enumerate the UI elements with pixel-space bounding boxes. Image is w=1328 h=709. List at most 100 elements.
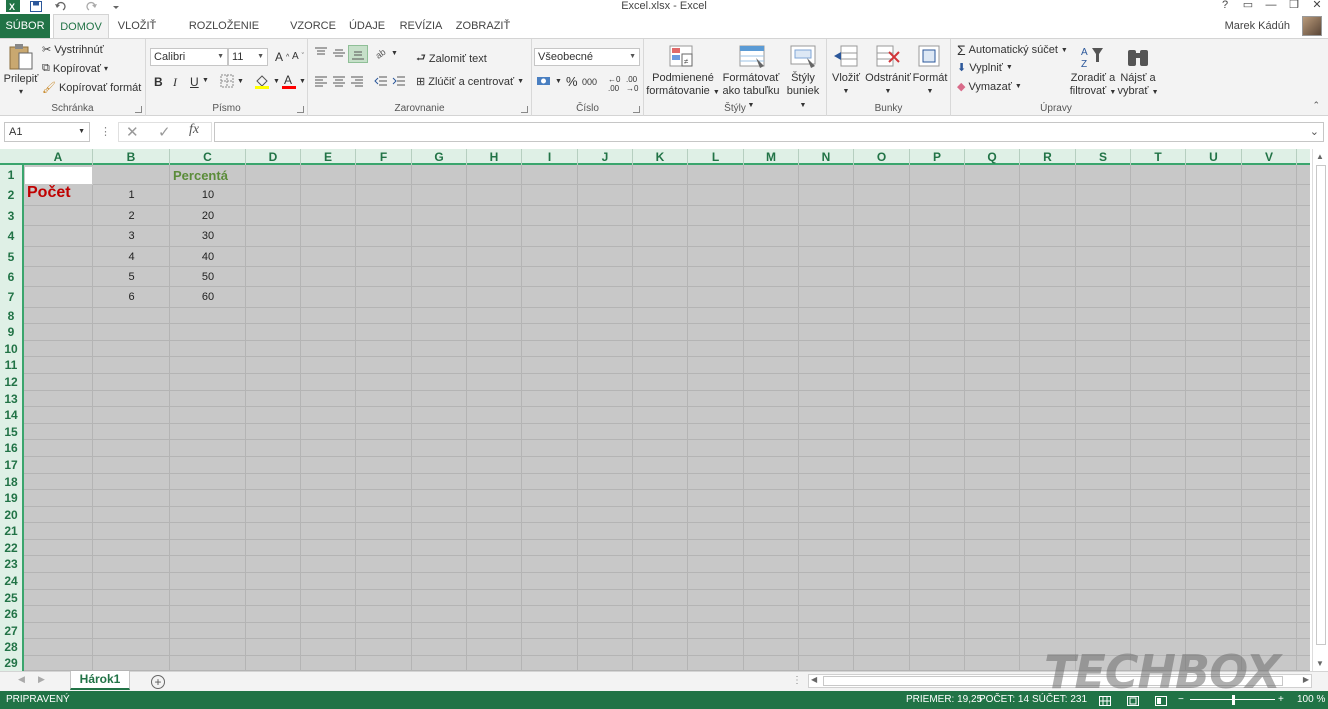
cell-a2[interactable]: Počet xyxy=(24,185,93,206)
insert-cells-icon[interactable] xyxy=(833,44,859,73)
clipboard-launcher[interactable] xyxy=(135,106,142,113)
cell-styles-icon[interactable] xyxy=(789,44,817,73)
row-header-4[interactable]: 4 xyxy=(0,226,22,247)
accounting-format-icon[interactable]: ▼ xyxy=(536,75,562,87)
page-layout-view-icon[interactable] xyxy=(1127,695,1139,709)
cell-c2[interactable]: 10 xyxy=(170,185,246,206)
column-header-f[interactable]: F xyxy=(356,149,412,165)
scroll-down-icon[interactable]: ▼ xyxy=(1316,659,1324,668)
tab-insert[interactable]: VLOŽIŤ xyxy=(113,14,161,38)
row-header-10[interactable]: 10 xyxy=(0,341,22,357)
user-name[interactable]: Marek Kádúh xyxy=(1225,14,1290,38)
column-header-l[interactable]: L xyxy=(688,149,744,165)
collapse-ribbon-icon[interactable]: ⌃ xyxy=(1312,100,1320,111)
bold-button[interactable]: B xyxy=(154,75,163,89)
delete-cells-icon[interactable] xyxy=(875,44,901,73)
increase-decimal-icon[interactable]: ←0.00 xyxy=(608,75,620,93)
column-header-c[interactable]: C xyxy=(170,149,246,165)
column-header-m[interactable]: M xyxy=(744,149,799,165)
paste-icon[interactable] xyxy=(8,43,34,74)
align-right-icon[interactable] xyxy=(350,75,364,87)
column-header-s[interactable]: S xyxy=(1076,149,1131,165)
column-header-a[interactable]: A xyxy=(24,149,93,165)
font-name-select[interactable]: Calibri ▼ xyxy=(150,48,228,66)
row-header-21[interactable]: 21 xyxy=(0,523,22,540)
column-header-k[interactable]: K xyxy=(633,149,688,165)
conditional-formatting-button[interactable]: Podmienené formátovanie ▼ xyxy=(646,72,720,99)
row-header-18[interactable]: 18 xyxy=(0,474,22,490)
underline-button[interactable]: U xyxy=(190,75,199,89)
column-header-n[interactable]: N xyxy=(799,149,854,165)
zoom-in-icon[interactable]: + xyxy=(1278,691,1284,709)
align-middle-icon[interactable] xyxy=(332,47,346,59)
font-size-select[interactable]: 11 ▼ xyxy=(228,48,268,66)
percent-button[interactable]: % xyxy=(566,74,578,89)
format-cells-button[interactable]: Formát ▼ xyxy=(911,72,949,98)
column-header-p[interactable]: P xyxy=(910,149,965,165)
expand-formula-icon[interactable]: ⌄ xyxy=(1310,125,1319,138)
column-header-h[interactable]: H xyxy=(467,149,522,165)
column-header-v[interactable]: V xyxy=(1242,149,1297,165)
status-count[interactable]: POČET: 14 xyxy=(979,691,1029,709)
zoom-level[interactable]: 100 % xyxy=(1297,691,1325,709)
cell-b5[interactable]: 4 xyxy=(93,247,170,267)
row-header-24[interactable]: 24 xyxy=(0,573,22,590)
cut-button[interactable]: ✂ Vystrihnúť xyxy=(42,43,104,57)
row-header-17[interactable]: 17 xyxy=(0,457,22,474)
row-header-27[interactable]: 27 xyxy=(0,623,22,639)
column-header-r[interactable]: R xyxy=(1020,149,1076,165)
format-as-table-icon[interactable] xyxy=(738,44,766,73)
increase-font-icon[interactable]: A ^ xyxy=(275,50,289,64)
next-sheet-icon[interactable]: ▶ xyxy=(38,674,45,685)
cell-c1[interactable]: Percentá xyxy=(170,165,246,185)
row-header-16[interactable]: 16 xyxy=(0,440,22,457)
scroll-up-icon[interactable]: ▲ xyxy=(1316,152,1324,161)
align-top-icon[interactable] xyxy=(314,47,328,59)
row-header-7[interactable]: 7 xyxy=(0,287,22,308)
decrease-indent-icon[interactable] xyxy=(374,75,388,87)
avatar[interactable] xyxy=(1302,16,1322,36)
find-select-button[interactable]: Nájsť a vybrať ▼ xyxy=(1117,72,1159,99)
align-bottom-icon[interactable] xyxy=(348,45,368,63)
row-header-5[interactable]: 5 xyxy=(0,247,22,267)
row-header-19[interactable]: 19 xyxy=(0,490,22,507)
row-header-25[interactable]: 25 xyxy=(0,590,22,606)
scroll-right-icon[interactable]: ▶ xyxy=(1303,675,1309,684)
format-painter-button[interactable]: 🖌 Kopírovať formát xyxy=(42,81,141,95)
page-break-view-icon[interactable] xyxy=(1155,695,1167,709)
column-header-j[interactable]: J xyxy=(578,149,633,165)
zoom-out-icon[interactable]: − xyxy=(1178,691,1184,709)
row-header-28[interactable]: 28 xyxy=(0,639,22,656)
column-header-e[interactable]: E xyxy=(301,149,356,165)
row-header-22[interactable]: 22 xyxy=(0,540,22,556)
normal-view-icon[interactable] xyxy=(1099,695,1111,709)
tab-page-layout[interactable]: ROZLOŽENIE STRANY xyxy=(168,14,280,56)
row-header-8[interactable]: 8 xyxy=(0,308,22,324)
active-cell-a1[interactable] xyxy=(24,166,93,185)
orientation-icon[interactable]: ab ▼ xyxy=(374,47,398,59)
cell-c6[interactable]: 50 xyxy=(170,267,246,287)
status-sum[interactable]: SÚČET: 231 xyxy=(1032,691,1087,709)
status-average[interactable]: PRIEMER: 19,25 xyxy=(906,691,982,709)
column-header-o[interactable]: O xyxy=(854,149,910,165)
tab-file[interactable]: SÚBOR xyxy=(0,14,50,38)
cell-b2[interactable]: 1 xyxy=(93,185,170,206)
tab-review[interactable]: REVÍZIA xyxy=(396,14,446,38)
font-launcher[interactable] xyxy=(297,106,304,113)
column-header-q[interactable]: Q xyxy=(965,149,1020,165)
column-header-t[interactable]: T xyxy=(1131,149,1186,165)
tab-home[interactable]: DOMOV xyxy=(53,14,109,39)
sort-filter-icon[interactable]: AZ xyxy=(1079,44,1105,73)
cell-c5[interactable]: 40 xyxy=(170,247,246,267)
clear-button[interactable]: ◆ Vymazať ▼ xyxy=(957,80,1022,94)
minimize-button[interactable]: — xyxy=(1260,0,1282,12)
row-header-15[interactable]: 15 xyxy=(0,424,22,440)
zoom-slider-thumb[interactable] xyxy=(1231,695,1235,705)
increase-indent-icon[interactable] xyxy=(392,75,406,87)
name-box[interactable]: A1 ▼ xyxy=(4,122,90,142)
row-header-26[interactable]: 26 xyxy=(0,606,22,623)
vertical-scroll-thumb[interactable] xyxy=(1316,165,1326,645)
vertical-scrollbar[interactable]: ▲ ▼ xyxy=(1312,149,1328,671)
cell-b7[interactable]: 6 xyxy=(93,287,170,308)
enter-icon[interactable]: ✓ xyxy=(158,123,171,141)
